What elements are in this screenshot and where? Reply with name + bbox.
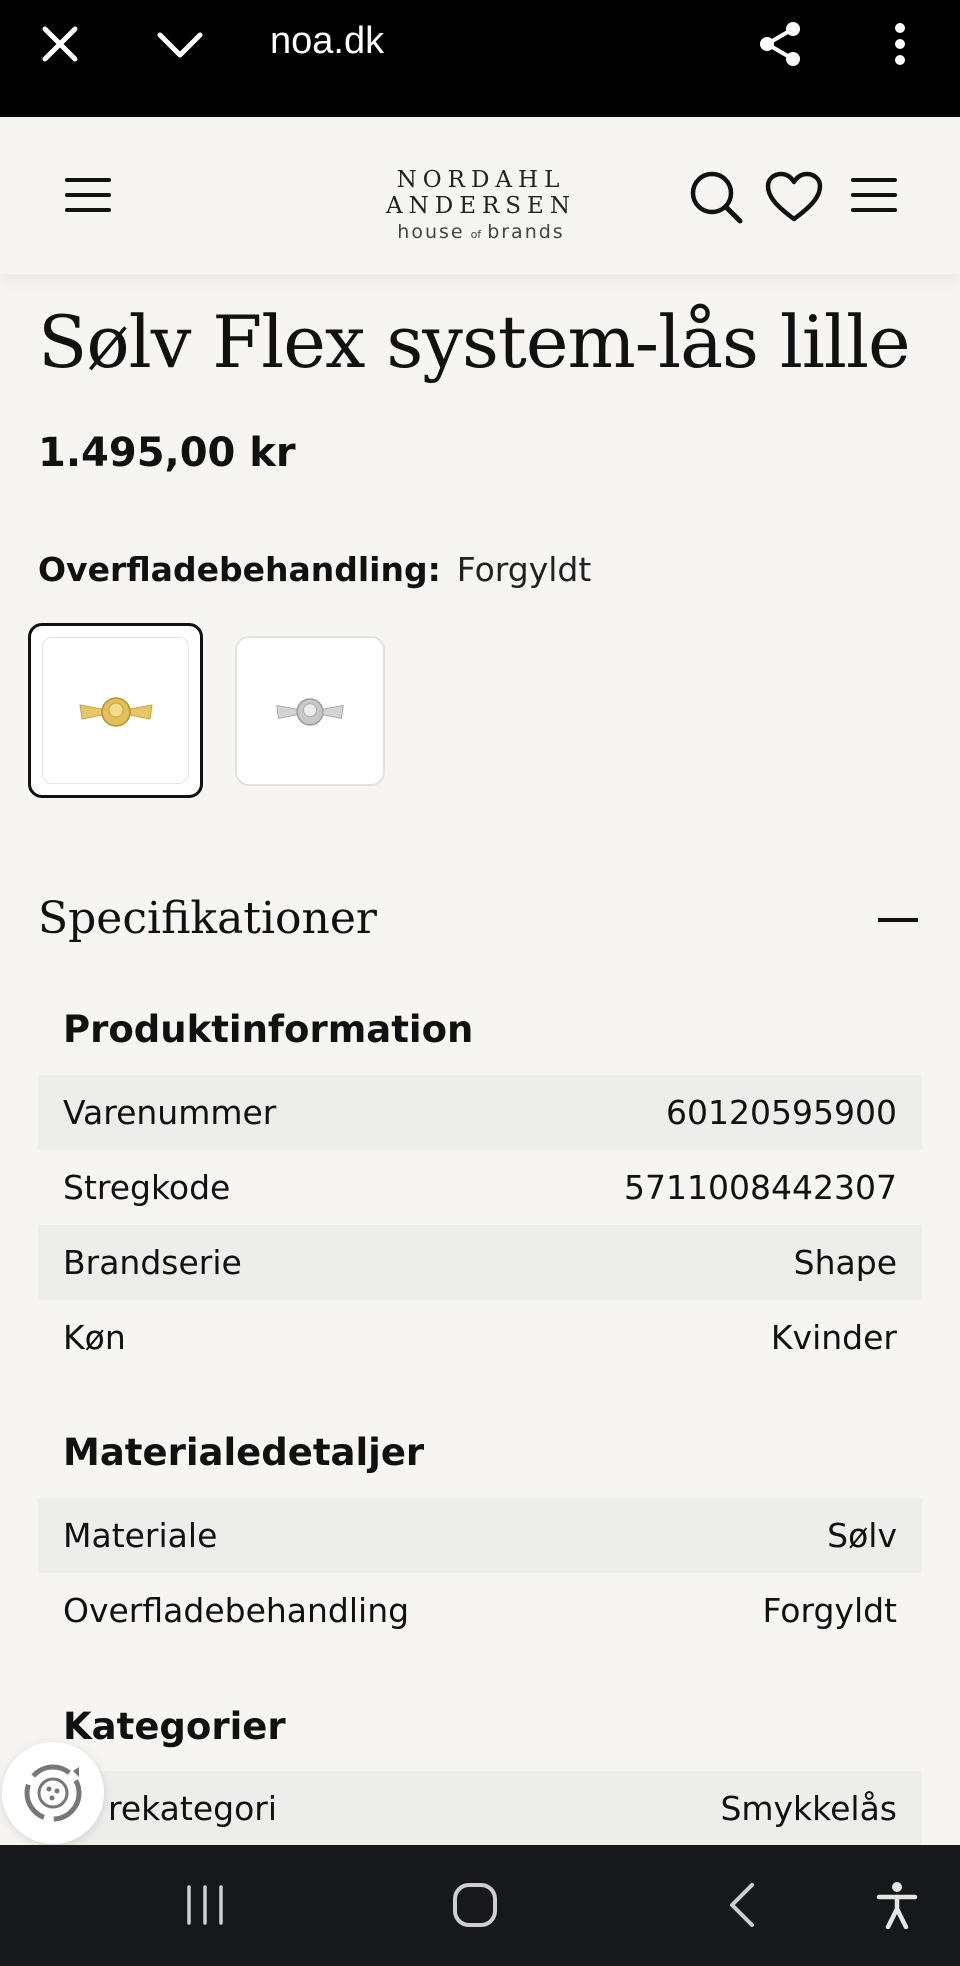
spec-row-materiale: Materiale Sølv [38, 1498, 922, 1573]
spec-value: 60120595900 [666, 1093, 897, 1132]
spec-label: Materiale [63, 1516, 218, 1555]
home-icon[interactable] [448, 1875, 502, 1935]
specifications-heading[interactable]: Specifikationer [38, 893, 377, 944]
share-icon[interactable] [750, 14, 810, 74]
url-text[interactable]: noa.dk [270, 20, 384, 63]
swatch-silver[interactable] [235, 636, 385, 786]
spec-label: rekategori [108, 1789, 278, 1828]
spec-label: Varenummer [63, 1093, 277, 1132]
brand-logo[interactable]: NORDAHL ANDERSEN house of brands [296, 167, 666, 243]
product-price: 1.495,00 kr [38, 430, 296, 476]
close-icon[interactable] [30, 14, 90, 74]
back-icon[interactable] [722, 1875, 762, 1935]
spec-row-varekategori: rekategori Smykkelås [38, 1771, 922, 1846]
group-title-produktinformation: Produktinformation [63, 1008, 474, 1051]
spec-value: Smykkelås [720, 1789, 897, 1828]
accessibility-icon[interactable] [872, 1875, 922, 1935]
spec-value: Forgyldt [762, 1591, 897, 1630]
chevron-down-icon[interactable] [150, 14, 210, 74]
spec-label: Brandserie [63, 1243, 242, 1282]
hamburger-icon[interactable] [846, 169, 902, 221]
collapse-minus-icon[interactable] [878, 918, 918, 922]
spec-value: 5711008442307 [624, 1168, 897, 1207]
heart-icon[interactable] [762, 165, 826, 229]
spec-row-stregkode: Stregkode 5711008442307 [38, 1150, 922, 1225]
logo-tagline: house of brands [397, 221, 565, 243]
recent-apps-icon[interactable] [180, 1875, 230, 1935]
spec-label: Stregkode [63, 1168, 231, 1207]
spec-label: Overfladebehandling [63, 1591, 410, 1630]
spec-row-varenummer: Varenummer 60120595900 [38, 1075, 922, 1150]
logo-wordmark: NORDAHL ANDERSEN [386, 167, 576, 219]
swatch-gold[interactable] [28, 623, 203, 798]
spec-value: Shape [793, 1243, 897, 1282]
gold-lock-image [42, 637, 189, 784]
group-title-materialedetaljer: Materialedetaljer [63, 1431, 425, 1474]
spec-value: Kvinder [770, 1318, 897, 1357]
silver-lock-image [276, 698, 344, 726]
site-header: NORDAHL ANDERSEN house of brands [0, 117, 960, 274]
spec-value: Sølv [827, 1516, 897, 1555]
browser-toolbar: noa.dk [0, 0, 960, 117]
more-vertical-icon[interactable] [870, 14, 930, 74]
system-nav-bar [0, 1845, 960, 1966]
option-value: Forgyldt [456, 550, 592, 589]
spec-row-overfladebehandling: Overfladebehandling Forgyldt [38, 1573, 922, 1648]
menu-icon[interactable] [60, 169, 116, 221]
search-icon[interactable] [684, 165, 748, 229]
variant-option: Overfladebehandling: Forgyldt [38, 550, 591, 589]
floating-cookie-widget-icon[interactable] [2, 1742, 104, 1844]
spec-label: Køn [63, 1318, 126, 1357]
group-title-kategorier: Kategorier [63, 1705, 286, 1748]
spec-row-koen: Køn Kvinder [38, 1300, 922, 1375]
spec-row-brandserie: Brandserie Shape [38, 1225, 922, 1300]
product-title: Sølv Flex system-lås lille [38, 300, 911, 384]
option-label: Overfladebehandling: [38, 550, 441, 589]
